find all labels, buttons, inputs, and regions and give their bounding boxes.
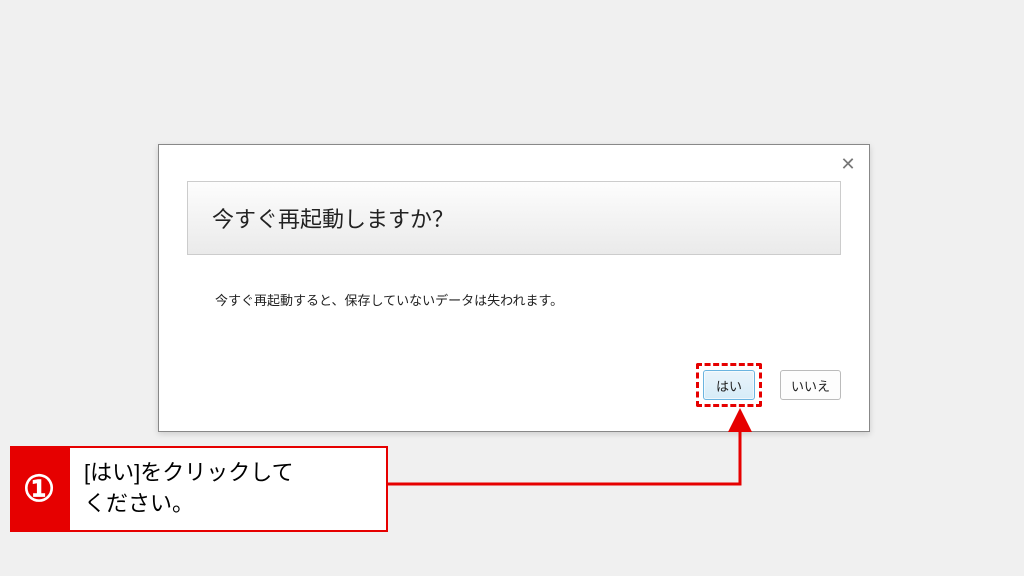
dialog-button-row: はい いいえ bbox=[696, 363, 841, 407]
callout-number: ① bbox=[10, 446, 68, 532]
close-icon[interactable]: ✕ bbox=[837, 153, 859, 175]
callout-line2: ください。 bbox=[84, 489, 372, 520]
dialog-body-text: 今すぐ再起動すると、保存していないデータは失われます。 bbox=[215, 290, 563, 309]
restart-dialog: ✕ 今すぐ再起動しますか？ 今すぐ再起動すると、保存していないデータは失われます… bbox=[158, 144, 870, 432]
callout-text: [はい]をクリックして ください。 bbox=[68, 446, 388, 532]
no-button[interactable]: いいえ bbox=[780, 370, 841, 400]
yes-button[interactable]: はい bbox=[703, 370, 755, 400]
dialog-title: 今すぐ再起動しますか？ bbox=[212, 202, 454, 234]
callout-line1: [はい]をクリックして bbox=[84, 458, 372, 489]
dialog-title-panel: 今すぐ再起動しますか？ bbox=[187, 181, 841, 255]
yes-button-highlight: はい bbox=[696, 363, 762, 407]
instruction-callout: ① [はい]をクリックして ください。 bbox=[10, 446, 388, 532]
